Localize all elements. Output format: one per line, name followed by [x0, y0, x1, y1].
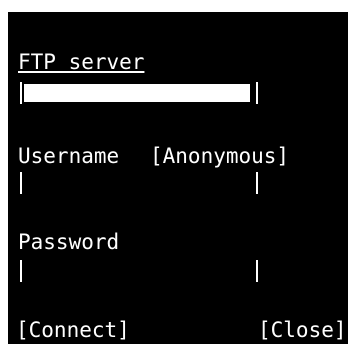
field-right-edge [256, 82, 258, 104]
password-label: Password [18, 230, 120, 254]
ftp-server-field[interactable] [20, 82, 258, 104]
password-input[interactable] [24, 260, 250, 282]
field-left-edge [20, 82, 22, 104]
anonymous-button[interactable]: [Anonymous] [150, 144, 289, 168]
connect-button[interactable]: [Connect] [16, 318, 130, 342]
close-button[interactable]: [Close] [258, 318, 347, 342]
username-field[interactable] [20, 172, 258, 194]
ftp-server-label: FTP server [18, 50, 145, 74]
password-field[interactable] [20, 260, 258, 282]
ftp-login-dialog: FTP server Username [Anonymous] Password… [8, 12, 348, 344]
username-input[interactable] [24, 172, 250, 194]
field-right-edge [256, 260, 258, 282]
window-frame: FTP server Username [Anonymous] Password… [0, 0, 358, 348]
ftp-server-input[interactable] [24, 82, 250, 104]
field-left-edge [20, 172, 22, 194]
field-left-edge [20, 260, 22, 282]
field-right-edge [256, 172, 258, 194]
username-label: Username [18, 144, 120, 168]
